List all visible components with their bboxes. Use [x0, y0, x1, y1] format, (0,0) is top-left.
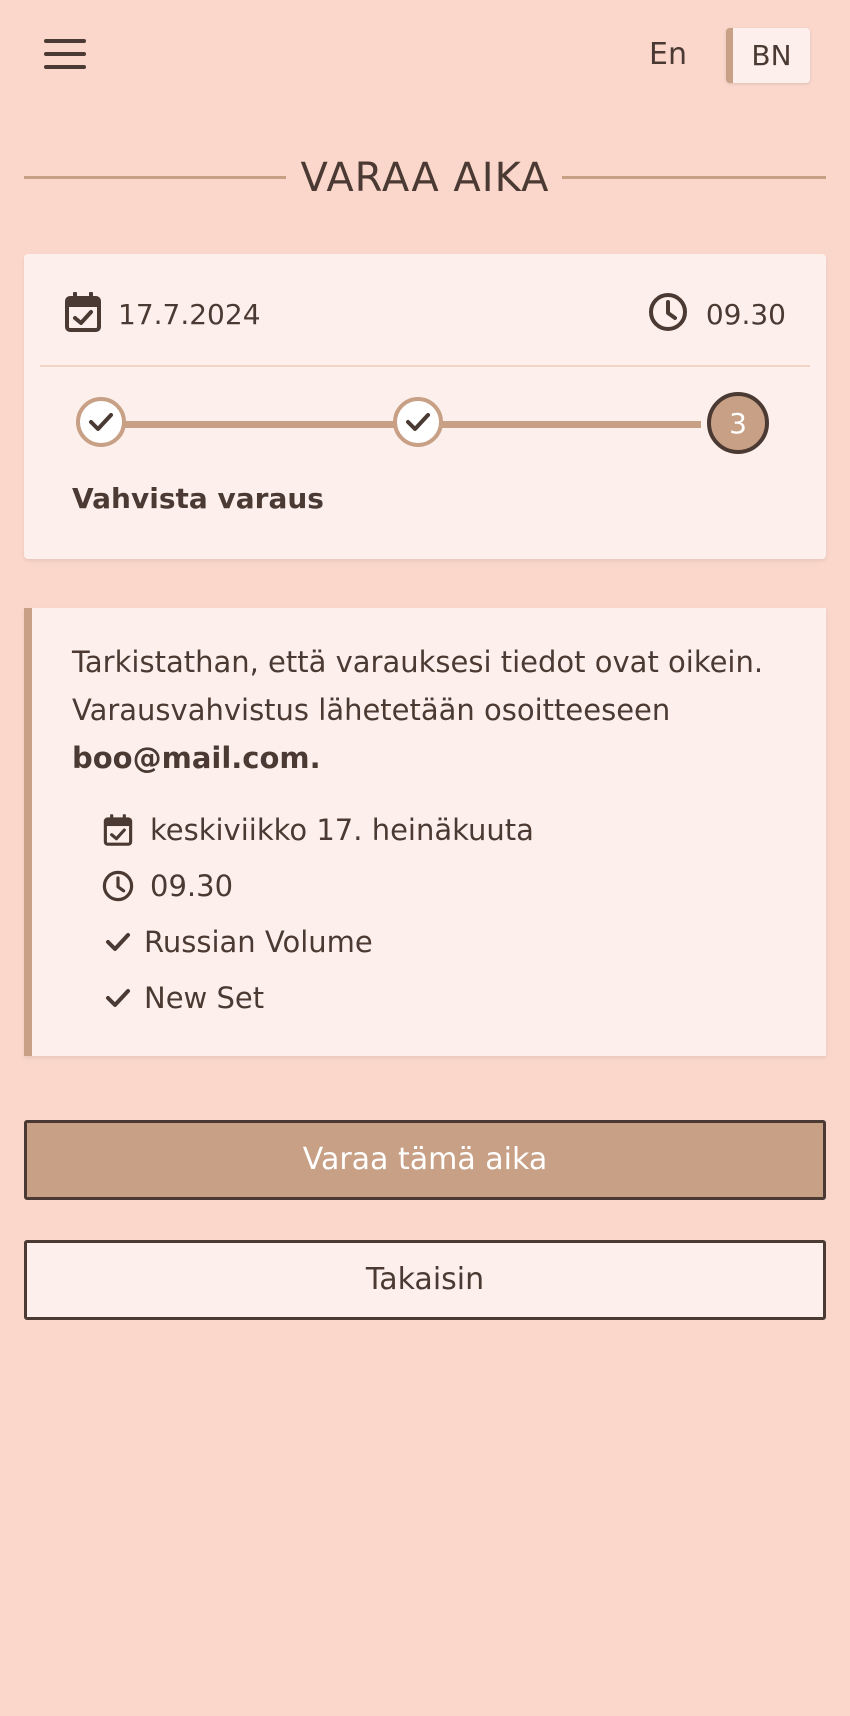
- check-icon: [406, 413, 430, 431]
- detail-service: Russian Volume: [102, 914, 534, 970]
- detail-time: 09.30: [102, 858, 534, 914]
- progress-stepper: 3: [76, 392, 796, 458]
- language-bn-button[interactable]: BN: [726, 28, 810, 83]
- step-connector-1: [121, 421, 401, 428]
- top-bar: En BN: [0, 0, 850, 110]
- confirmation-message: Tarkistathan, että varauksesi tiedot ova…: [72, 638, 792, 782]
- clock-icon: [648, 292, 688, 336]
- calendar-check-icon: [64, 291, 102, 337]
- selected-date: 17.7.2024: [64, 291, 261, 337]
- book-appointment-button[interactable]: Varaa tämä aika: [24, 1120, 826, 1200]
- check-icon: [102, 982, 134, 1014]
- selected-time: 09.30: [648, 292, 786, 336]
- current-step-label: Vahvista varaus: [72, 482, 324, 515]
- selected-time-text: 09.30: [705, 297, 786, 331]
- calendar-check-icon: [102, 814, 134, 846]
- detail-service-text: Russian Volume: [144, 925, 373, 959]
- detail-date: keskiviikko 17. heinäkuuta: [102, 802, 534, 858]
- check-icon: [89, 413, 113, 431]
- detail-time-text: 09.30: [150, 869, 234, 903]
- detail-service: New Set: [102, 970, 534, 1026]
- detail-date-text: keskiviikko 17. heinäkuuta: [150, 813, 534, 847]
- detail-service-text: New Set: [144, 981, 265, 1015]
- confirmation-text: Tarkistathan, että varauksesi tiedot ova…: [72, 645, 764, 727]
- step-3-current: 3: [707, 392, 769, 454]
- language-en-button[interactable]: En: [628, 30, 708, 80]
- step-1-completed: [76, 397, 126, 447]
- clock-icon: [102, 870, 134, 902]
- booking-details-list: keskiviikko 17. heinäkuuta 09.30 Russian…: [102, 802, 534, 1026]
- page-title: VARAA AIKA: [300, 155, 550, 201]
- check-icon: [102, 926, 134, 958]
- selected-date-text: 17.7.2024: [118, 297, 261, 331]
- booking-summary-card: 17.7.2024 09.30 3 Vahvista varaus: [24, 254, 826, 559]
- step-2-completed: [393, 397, 443, 447]
- step-connector-2: [439, 421, 701, 428]
- confirmation-email: boo@mail.com.: [72, 741, 321, 775]
- back-button[interactable]: Takaisin: [24, 1240, 826, 1320]
- hamburger-menu-icon[interactable]: [40, 36, 90, 76]
- card-divider: [40, 365, 810, 367]
- confirmation-details-card: Tarkistathan, että varauksesi tiedot ova…: [24, 608, 826, 1056]
- page-title-row: VARAA AIKA: [24, 150, 826, 206]
